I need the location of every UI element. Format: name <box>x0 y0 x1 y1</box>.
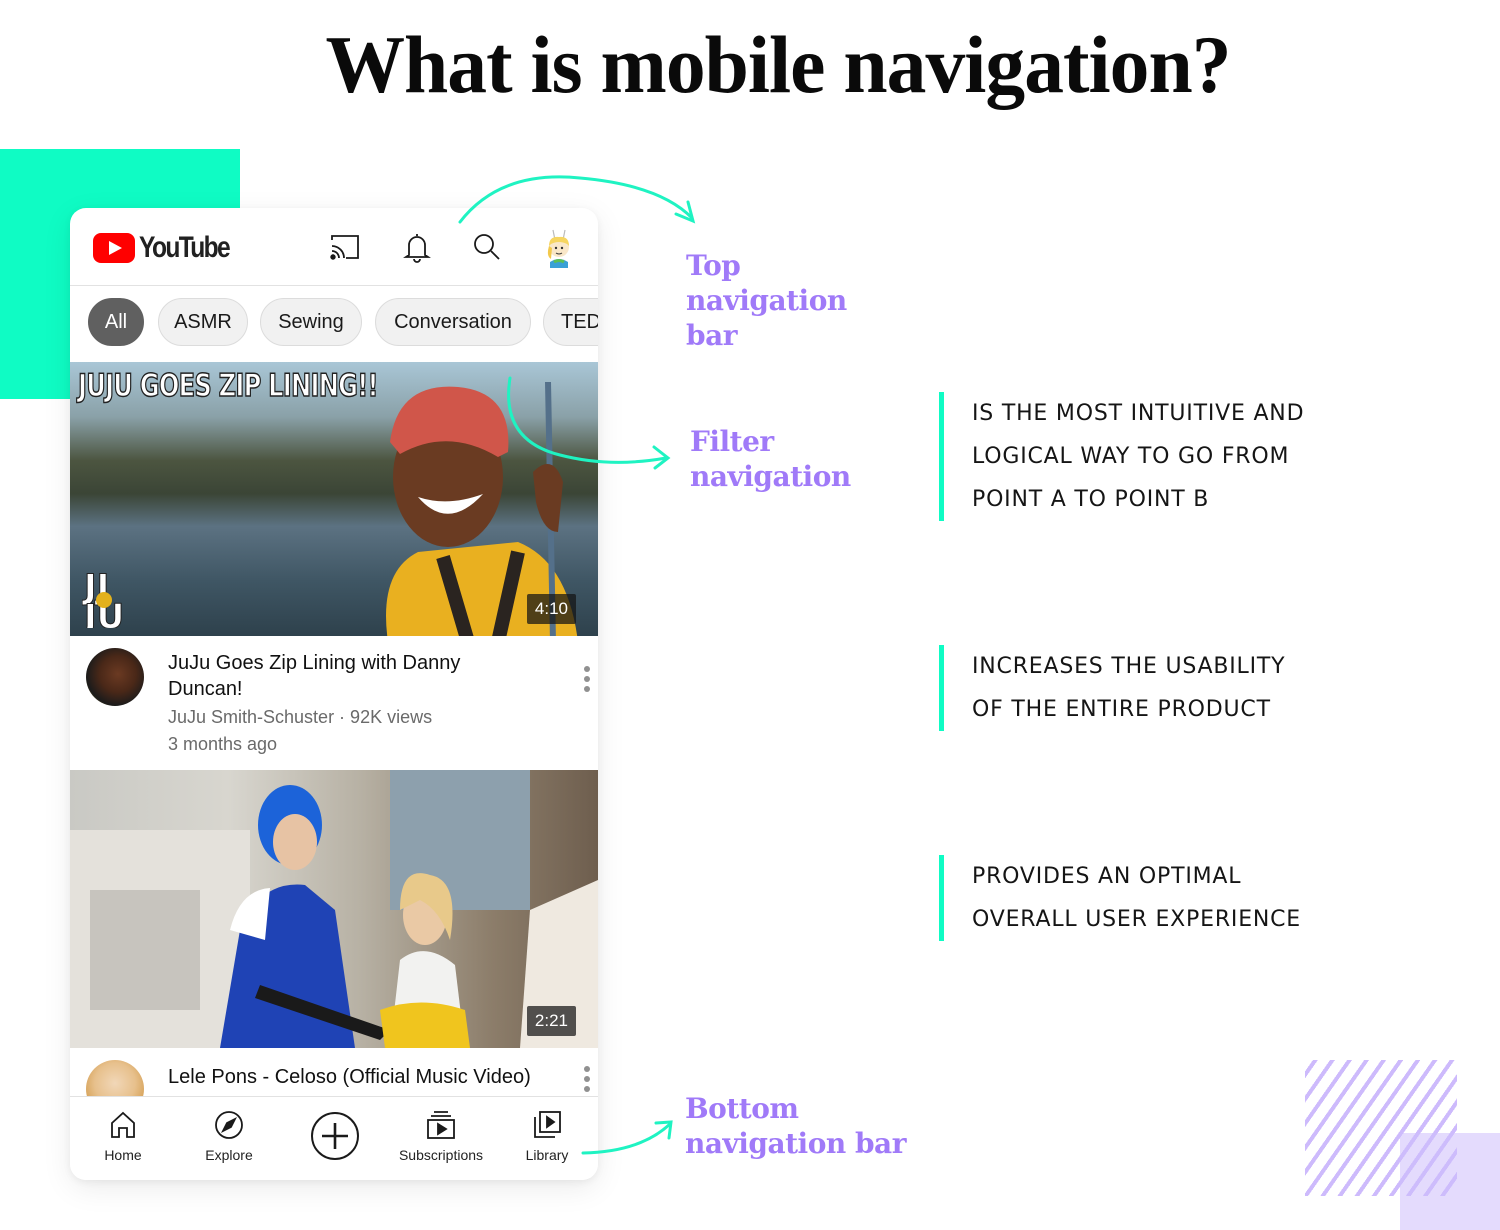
video-metadata: JuJu Smith-Schuster · 92K views 3 months… <box>168 704 432 758</box>
juju-tv-logo: JJ JU <box>82 567 125 629</box>
nav-label: Library <box>525 1147 569 1163</box>
more-vert-icon[interactable] <box>582 1064 592 1094</box>
benefit-item: INCREASES THE USABILITY OF THE ENTIRE PR… <box>939 645 1285 731</box>
chip-all[interactable]: All <box>88 298 144 346</box>
benefit-line: PROVIDES AN OPTIMAL <box>972 864 1242 889</box>
create-plus-icon[interactable] <box>310 1111 360 1161</box>
top-nav-arrowhead <box>674 200 696 224</box>
nav-label: Subscriptions <box>398 1147 484 1163</box>
nav-subscriptions[interactable]: Subscriptions <box>386 1109 496 1163</box>
benefit-item: PROVIDES AN OPTIMAL OVERALL USER EXPERIE… <box>939 855 1301 941</box>
benefit-line: POINT A TO POINT B <box>972 487 1210 512</box>
callout-top-navigation: Top navigation bar <box>686 248 847 353</box>
more-vert-icon[interactable] <box>582 664 592 694</box>
youtube-logo[interactable]: YouTube <box>93 231 249 265</box>
callout-line: Bottom <box>685 1092 799 1125</box>
top-navigation-bar: YouTube <box>70 208 598 286</box>
callout-line: Top <box>686 249 741 282</box>
cast-icon[interactable] <box>328 230 362 264</box>
callout-line: navigation <box>690 460 851 493</box>
benefit-line: OVERALL USER EXPERIENCE <box>972 907 1302 932</box>
video-item[interactable]: Lele Pons - Celoso (Official Music Video… <box>70 1058 598 1118</box>
video-thumbnail[interactable]: 2:21 <box>70 770 598 1048</box>
video-title[interactable]: JuJu Goes Zip Lining with Danny Duncan! <box>168 650 528 702</box>
account-avatar[interactable] <box>540 228 578 268</box>
benefit-line: INCREASES THE USABILITY <box>972 654 1286 679</box>
benefit-line: LOGICAL WAY TO GO FROM <box>972 444 1290 469</box>
lilac-decor-square <box>1400 1133 1500 1230</box>
video-title[interactable]: Lele Pons - Celoso (Official Music Video… <box>168 1064 588 1090</box>
channel-avatar[interactable] <box>86 648 144 706</box>
chip-label: Sewing <box>278 310 344 333</box>
youtube-play-icon <box>93 233 135 263</box>
nav-explore[interactable]: Explore <box>174 1109 284 1163</box>
video-duration: 2:21 <box>526 1006 576 1036</box>
chip-label: ASMR <box>174 310 232 333</box>
callout-filter-navigation: Filter navigation <box>690 424 851 494</box>
chip-label: All <box>104 310 128 333</box>
chip-sewing[interactable]: Sewing <box>260 298 362 346</box>
chip-conversation[interactable]: Conversation <box>375 298 531 346</box>
chip-label: Conversation <box>394 310 512 333</box>
video-thumbnail[interactable]: JUJU GOES ZIP LINING!! JJ JU 4:10 <box>70 362 598 636</box>
benefit-item: IS THE MOST INTUITIVE AND LOGICAL WAY TO… <box>939 392 1304 521</box>
bottom-nav-arrowhead <box>654 1120 673 1140</box>
phone-mockup: YouTube All ASMR Sewing Conversation TED… <box>70 208 598 1180</box>
subscriptions-icon <box>427 1111 455 1139</box>
youtube-wordmark: YouTube <box>139 231 231 264</box>
callout-line: navigation <box>686 284 847 317</box>
library-icon <box>534 1111 561 1138</box>
bell-icon[interactable] <box>400 230 434 264</box>
chip-label: TED <box>561 310 598 333</box>
channel-views: JuJu Smith-Schuster · 92K views <box>168 707 433 727</box>
callout-line: navigation bar <box>685 1127 906 1160</box>
home-icon <box>111 1111 135 1138</box>
benefit-line: IS THE MOST INTUITIVE AND <box>972 401 1305 426</box>
video-duration: 4:10 <box>526 594 576 624</box>
nav-label: Explore <box>205 1147 253 1163</box>
nav-home[interactable]: Home <box>70 1109 178 1163</box>
benefit-line: OF THE ENTIRE PRODUCT <box>972 697 1271 722</box>
callout-bottom-navigation: Bottom navigation bar <box>685 1091 906 1161</box>
upload-age: 3 months ago <box>168 734 278 754</box>
nav-library[interactable]: Library <box>492 1109 598 1163</box>
search-icon[interactable] <box>470 230 504 264</box>
thumbnail-overlay-text: JUJU GOES ZIP LINING!! <box>77 367 379 405</box>
callout-line: Filter <box>690 425 774 458</box>
callout-line: bar <box>686 319 737 352</box>
video-item[interactable]: JuJu Goes Zip Lining with Danny Duncan! … <box>70 646 598 768</box>
compass-icon <box>215 1111 243 1139</box>
bottom-navigation-bar: Home Explore Subscriptions Library <box>70 1096 598 1180</box>
filter-nav-arrowhead <box>652 445 671 470</box>
filter-navigation: All ASMR Sewing Conversation TED <box>70 298 598 348</box>
chip-asmr[interactable]: ASMR <box>158 298 248 346</box>
nav-label: Home <box>104 1147 142 1163</box>
chip-ted[interactable]: TED <box>543 298 598 346</box>
page-title: What is mobile navigation? <box>325 19 1231 110</box>
thumbnail-dancers-image <box>70 770 598 1048</box>
